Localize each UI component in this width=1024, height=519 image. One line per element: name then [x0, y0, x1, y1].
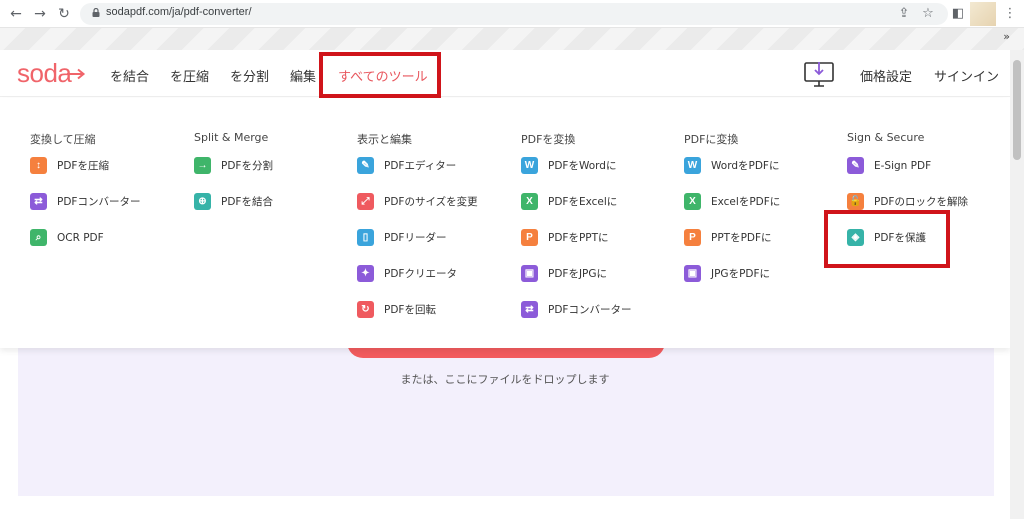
ocr-icon: ⌕: [30, 229, 47, 246]
nav-pricing[interactable]: 価格設定: [860, 66, 912, 85]
highlight-protect-pdf: [824, 210, 950, 268]
menu-column-heading: 表示と編集: [357, 133, 412, 146]
back-icon[interactable]: ←: [8, 6, 24, 22]
bookmarks-bar: [0, 28, 1024, 50]
scrollbar-thumb[interactable]: [1013, 60, 1021, 160]
menu-item-label: PDFのロックを解除: [874, 196, 968, 208]
bookmark-star-icon[interactable]: ☆: [920, 6, 936, 22]
creator-icon: ✦: [357, 265, 374, 282]
menu-item-label: PDFをExcelに: [548, 196, 618, 208]
ppt-icon: P: [684, 229, 701, 246]
url-text[interactable]: sodapdf.com/ja/pdf-converter/: [106, 6, 252, 18]
menu-item-label: PDFをWordに: [548, 160, 617, 172]
menu-item-label: PDFを分割: [221, 160, 273, 172]
menu-item-label: PDFリーダー: [384, 232, 447, 244]
menu-column-heading: PDFに変換: [684, 133, 739, 146]
converter-icon: ⇄: [521, 301, 538, 318]
nav-signin[interactable]: サインイン: [934, 66, 999, 85]
jpg-icon: ▣: [684, 265, 701, 282]
word-icon: W: [521, 157, 538, 174]
nav-split[interactable]: を分割: [230, 66, 269, 85]
menu-column-heading: Split & Merge: [194, 131, 269, 144]
menu-item-label: ExcelをPDFに: [711, 196, 781, 208]
ppt-icon: P: [521, 229, 538, 246]
nav-merge[interactable]: を結合: [110, 66, 149, 85]
menu-item-label: PDFのサイズを変更: [384, 196, 478, 208]
rotate-icon: ↻: [357, 301, 374, 318]
menu-item-label: PDFエディター: [384, 160, 457, 172]
site-header: [0, 50, 1010, 97]
reload-icon[interactable]: ↻: [56, 6, 72, 22]
menu-item-label: PDFを結合: [221, 196, 273, 208]
compress-icon: ↕: [30, 157, 47, 174]
reader-icon: ▯: [357, 229, 374, 246]
editor-icon: ✎: [357, 157, 374, 174]
menu-item-label: WordをPDFに: [711, 160, 780, 172]
menu-item-label: PDFコンバーター: [57, 196, 141, 208]
soda-logo[interactable]: soda: [17, 58, 72, 89]
menu-item-label: JPGをPDFに: [711, 268, 771, 280]
unlock-icon: 🔓: [847, 193, 864, 210]
logo-arrow-icon: [67, 68, 86, 80]
menu-item-label: PDFクリエータ: [384, 268, 457, 280]
menu-item-label: E-Sign PDF: [874, 160, 932, 172]
menu-item-label: PDFを回転: [384, 304, 436, 316]
menu-dots-icon[interactable]: ⋮: [1002, 6, 1018, 22]
resize-icon: ⤢: [357, 193, 374, 210]
highlight-all-tools: [319, 52, 441, 98]
menu-column-heading: 変換して圧縮: [30, 133, 96, 146]
drop-hint: または、ここにファイルをドロップします: [400, 373, 610, 386]
share-icon[interactable]: ⇪: [896, 6, 912, 22]
menu-item-label: PDFコンバーター: [548, 304, 632, 316]
jpg-icon: ▣: [521, 265, 538, 282]
menu-item-label: PDFをPPTに: [548, 232, 609, 244]
menu-column-heading: Sign & Secure: [847, 131, 925, 144]
esign-icon: ✎: [847, 157, 864, 174]
merge-icon: ⊕: [194, 193, 211, 210]
word-icon: W: [684, 157, 701, 174]
desktop-download-icon[interactable]: [804, 60, 834, 88]
menu-item-label: OCR PDF: [57, 232, 104, 244]
profile-avatar[interactable]: [970, 2, 996, 26]
menu-item-label: PDFをJPGに: [548, 268, 608, 280]
menu-column-heading: PDFを変換: [521, 133, 576, 146]
bookmarks-overflow-icon[interactable]: »: [1003, 30, 1010, 43]
lock-icon: [92, 8, 100, 17]
excel-icon: X: [521, 193, 538, 210]
split-icon: →: [194, 157, 211, 174]
menu-item-label: PDFを圧縮: [57, 160, 109, 172]
nav-edit[interactable]: 編集: [290, 66, 316, 85]
sidepanel-icon[interactable]: ◧: [950, 6, 966, 22]
menu-item-label: PPTをPDFに: [711, 232, 772, 244]
nav-compress[interactable]: を圧縮: [170, 66, 209, 85]
converter-icon: ⇄: [30, 193, 47, 210]
excel-icon: X: [684, 193, 701, 210]
forward-icon[interactable]: →: [32, 6, 48, 22]
